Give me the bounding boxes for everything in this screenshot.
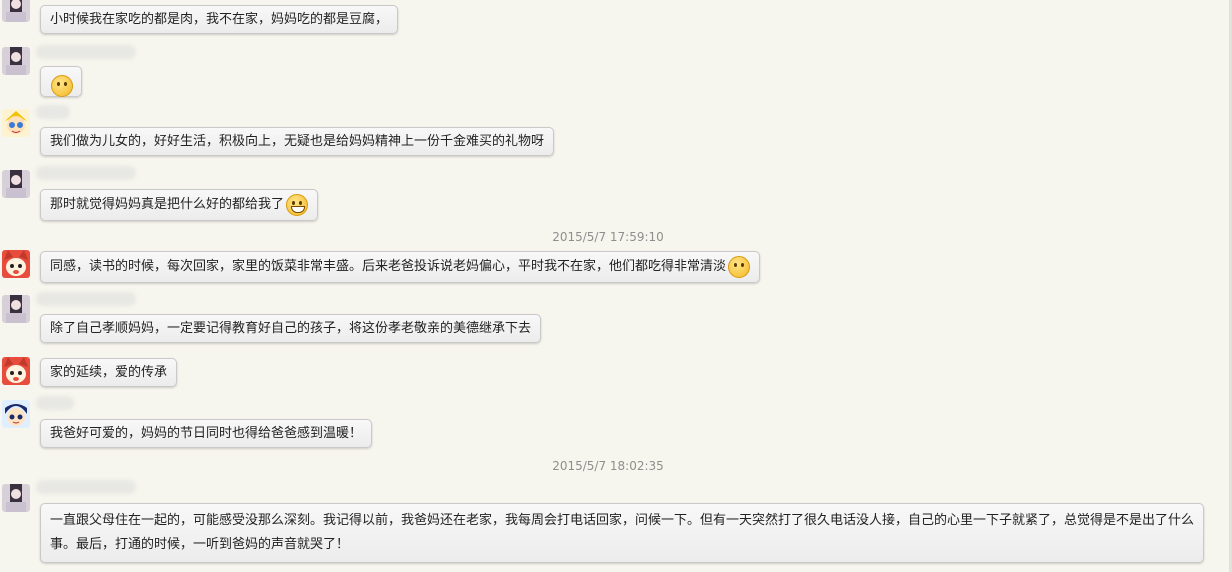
sender-name-redacted — [36, 292, 136, 306]
cry-emoji-icon — [51, 74, 73, 97]
sender-name-redacted — [36, 45, 136, 59]
avatar[interactable] — [2, 47, 30, 75]
sender-name-redacted — [36, 480, 136, 494]
message-bubble: 那时就觉得妈妈真是把什么好的都给我了 — [40, 189, 319, 221]
message-text: 我爸好可爱的，妈妈的节日同时也得给爸爸感到温暖！ — [50, 426, 363, 441]
message-text: 小时候我在家吃的都是肉，我不在家，妈妈吃的都是豆腐， — [50, 12, 389, 27]
message-timestamp: 2015/5/7 18:02:35 — [552, 459, 664, 473]
avatar[interactable] — [2, 295, 30, 323]
avatar[interactable] — [2, 250, 30, 278]
avatar[interactable] — [2, 109, 30, 137]
sender-name-redacted — [36, 166, 136, 180]
grin-emoji-icon — [286, 193, 309, 216]
avatar[interactable] — [2, 0, 30, 22]
message-bubble: 我们做为儿女的，好好生活，积极向上，无疑也是给妈妈精神上一份千金难买的礼物呀 — [40, 127, 555, 156]
avatar[interactable] — [2, 400, 30, 428]
message-text: 一直跟父母住在一起的，可能感受没那么深刻。我记得以前，我爸妈还在老家，我每周会打… — [50, 513, 1195, 552]
sender-name-redacted — [36, 105, 70, 119]
message-timestamp: 2015/5/7 17:59:10 — [552, 230, 664, 244]
message-bubble: 同感，读书的时候，每次回家，家里的饭菜非常丰盛。后来老爸投诉说老妈偏心，平时我不… — [40, 251, 761, 283]
message-text: 除了自己孝顺妈妈，一定要记得教育好自己的孩子，将这份孝老敬亲的美德继承下去 — [50, 321, 532, 336]
awkward-emoji-icon — [728, 255, 751, 278]
message-bubble: 我爸好可爱的，妈妈的节日同时也得给爸爸感到温暖！ — [40, 419, 373, 448]
message-text: 我们做为儿女的，好好生活，积极向上，无疑也是给妈妈精神上一份千金难买的礼物呀 — [50, 134, 545, 149]
message-bubble: 家的延续，爱的传承 — [40, 358, 178, 387]
message-bubble: 一直跟父母住在一起的，可能感受没那么深刻。我记得以前，我爸妈还在老家，我每周会打… — [40, 503, 1204, 563]
avatar[interactable] — [2, 484, 30, 512]
avatar[interactable] — [2, 357, 30, 385]
message-bubble: 小时候我在家吃的都是肉，我不在家，妈妈吃的都是豆腐， — [40, 5, 399, 34]
sender-name-redacted — [36, 396, 74, 410]
message-text: 那时就觉得妈妈真是把什么好的都给我了 — [50, 197, 285, 212]
message-bubble: 除了自己孝顺妈妈，一定要记得教育好自己的孩子，将这份孝老敬亲的美德继承下去 — [40, 314, 542, 343]
message-text: 同感，读书的时候，每次回家，家里的饭菜非常丰盛。后来老爸投诉说老妈偏心，平时我不… — [50, 259, 727, 274]
message-text: 家的延续，爱的传承 — [50, 365, 168, 380]
message-bubble — [40, 66, 82, 97]
avatar[interactable] — [2, 170, 30, 198]
